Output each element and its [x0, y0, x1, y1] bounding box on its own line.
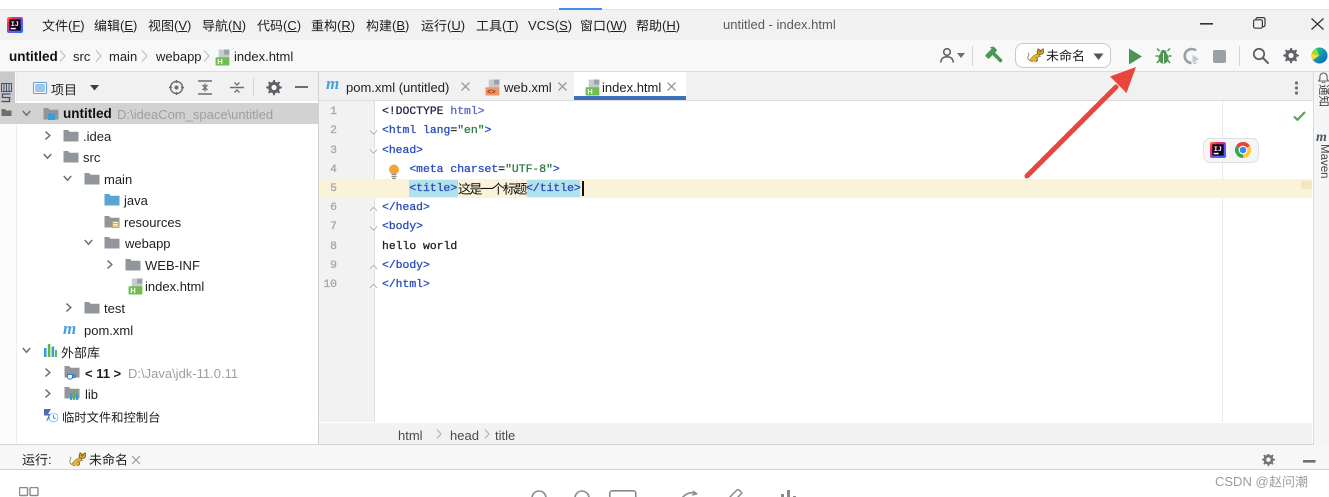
- svg-text:H: H: [217, 57, 222, 66]
- svg-text:H: H: [130, 286, 135, 295]
- svg-text:H: H: [587, 87, 592, 96]
- svg-text:<>: <>: [487, 87, 495, 96]
